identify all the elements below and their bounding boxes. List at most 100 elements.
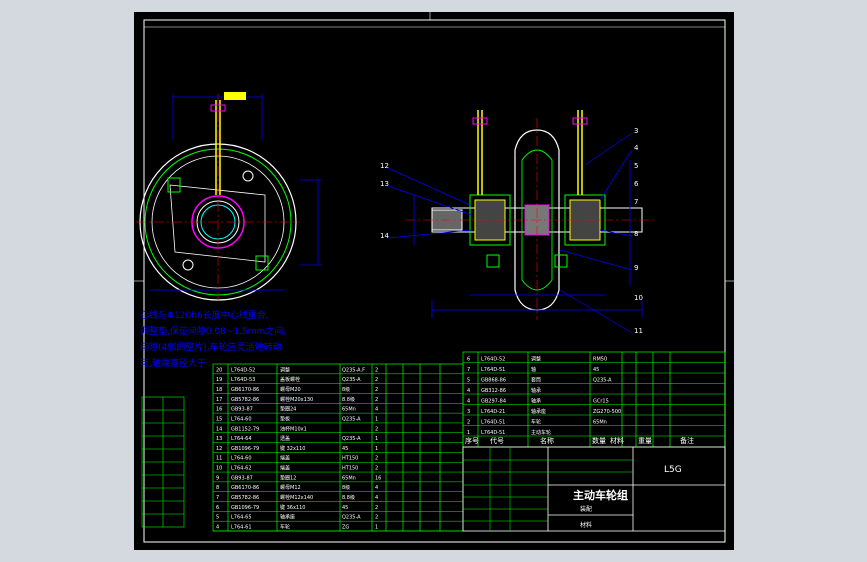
bom-code: GB1152-79 [231, 426, 259, 432]
part-label: 8 [634, 230, 638, 238]
bom-qty: 2 [375, 367, 378, 373]
bom-qty: 2 [375, 515, 378, 521]
bom-rows-right: 6 L764D-52 调整 RM50 7 L764D-51 轴 45 5 GB868-86 套筒 Q2… [463, 356, 725, 437]
bom-qty: 4 [375, 495, 378, 501]
part-label: 10 [634, 294, 643, 302]
bom-code: L764D-51 [481, 430, 505, 436]
bom-code: L764D-52 [481, 357, 505, 363]
bom-no: 10 [216, 466, 222, 472]
bom-no: 6 [216, 505, 219, 511]
bom-name: 轴承 [531, 398, 541, 405]
bom-name: 轴承座 [280, 514, 295, 521]
bom-code: GB297-84 [481, 399, 506, 405]
bom-no: 1 [467, 430, 470, 436]
wheel-end-view [136, 92, 322, 301]
bom-name: 轴承座 [531, 408, 546, 415]
bom-no: 15 [216, 416, 222, 422]
bom-header: 序号 代号 名称 数量 材料 重量 备注 [465, 436, 694, 445]
bom-name: 油杯M10x1 [280, 425, 307, 432]
bom-no: 11 [216, 456, 222, 462]
bom-mat: 8级 [342, 386, 350, 393]
bom-no: 20 [216, 367, 222, 373]
part-label: 13 [380, 180, 389, 188]
bom-name: 垫板 [280, 415, 290, 422]
part-label: 9 [634, 264, 638, 272]
bom-qty: 4 [375, 407, 378, 413]
part-label: 5 [634, 162, 638, 170]
bom-code: L764-64 [231, 436, 252, 442]
bom-mat: Q235-A [593, 378, 612, 384]
bom-name: 套筒 [531, 377, 541, 384]
bom-name: 螺母M20 [280, 386, 301, 393]
bom-mat: 45 [342, 446, 348, 452]
bom-name: 轴承 [531, 387, 541, 394]
bom-name: 螺母M12 [280, 484, 301, 491]
bom-mat: 8.8级 [342, 396, 355, 403]
bom-name: 键 36x110 [280, 504, 305, 511]
bom-no: 5 [467, 378, 470, 384]
part-label: 6 [634, 180, 639, 188]
bom-code: GB1096-79 [231, 446, 259, 452]
revision-table [141, 396, 185, 528]
bom-no: 18 [216, 387, 222, 393]
bom-name: 螺栓M12x140 [280, 494, 313, 501]
bom-name: 盖板螺栓 [280, 376, 300, 383]
bom-no: 4 [216, 525, 219, 531]
bom-mat: ZG270-500 [593, 409, 621, 415]
bom-no: 2 [467, 420, 470, 426]
bom-code: L764-62 [231, 466, 252, 472]
bom-name: 车轮 [531, 419, 541, 426]
bom-no: 4 [467, 388, 470, 394]
bom-header-cell: 材料 [610, 436, 624, 445]
part-label: 4 [634, 144, 639, 152]
bom-code: L764-65 [231, 515, 252, 521]
bom-mat: Q235-A [342, 436, 361, 442]
bom-mat: 8.8级 [342, 494, 355, 501]
bom-mat: 65Mn [593, 420, 607, 426]
bom-code: L764-60 [231, 456, 252, 462]
note-line: 间隙(4個調整片),车轮应灵活地转动 [140, 341, 282, 353]
bom-qty: 1 [375, 416, 378, 422]
drawing-code: L5G [664, 465, 682, 475]
bom-code: GB6170-86 [231, 387, 259, 393]
bom-mat: 65Mn [342, 475, 356, 481]
bom-mat: HT150 [342, 456, 358, 462]
bom-mat: 8级 [342, 484, 350, 491]
bom-code: GB312-86 [481, 388, 506, 394]
part-label: 3 [634, 127, 638, 135]
bom-name: 垫圈24 [280, 406, 296, 413]
bom-mat: Q235-A.F [342, 367, 365, 373]
bom-no: 19 [216, 377, 222, 383]
bom-mat: Q235-A [342, 377, 361, 383]
bom-name: 车轮 [280, 524, 290, 531]
part-labels-left: 12 13 14 [380, 162, 389, 240]
bom-header-cell: 备注 [680, 436, 694, 445]
bom-no: 16 [216, 407, 222, 413]
bom-code: GB6170-86 [231, 485, 259, 491]
bom-name: 端盖 [280, 455, 290, 462]
bom-code: L764D-21 [481, 409, 505, 415]
bom-no: 5 [216, 515, 219, 521]
wheel-section-view [387, 110, 655, 334]
note-line: 可,轴端直径大于 [140, 357, 206, 369]
bom-name: 透盖 [280, 435, 290, 442]
bom-name: 轴 [531, 366, 536, 373]
bom-code: GB93-87 [231, 407, 253, 413]
bom-mat: HT150 [342, 466, 358, 472]
bom-code: L764D-51 [481, 367, 505, 373]
bom-name: 垫圈12 [280, 474, 296, 481]
bom-mat: RM50 [593, 357, 607, 363]
bom-no: 6 [467, 357, 470, 363]
bom-qty: 1 [375, 525, 378, 531]
part-label: 14 [380, 232, 389, 240]
bom-header-cell: 名称 [540, 436, 554, 445]
bom-no: 8 [216, 485, 219, 491]
bom-code: GB1096-79 [231, 505, 259, 511]
bom-mat: ZG [342, 525, 349, 531]
part-label: 11 [634, 327, 643, 335]
bom-no: 12 [216, 446, 222, 452]
bom-code: GB868-86 [481, 378, 506, 384]
bom-qty: 2 [375, 456, 378, 462]
bom-header-cell: 序号 [465, 436, 479, 445]
cad-drawing: 34567891011 121314 心线与Φ120h6长度中心线重合,调整垫,… [134, 12, 734, 543]
